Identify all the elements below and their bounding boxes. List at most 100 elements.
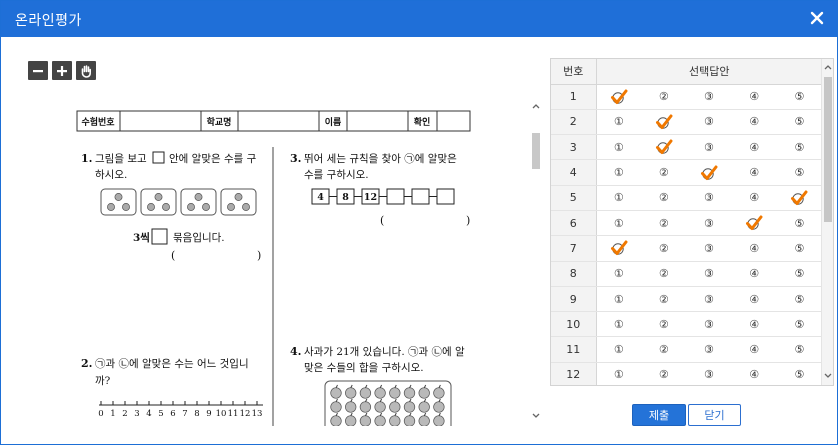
answer-option[interactable]: ① — [596, 362, 642, 385]
exam-document-viewer[interactable]: 수험번호 학교명 이름 확인 1. 그림을 보고 안에 알맞은 수를 구 하시오… — [17, 94, 547, 426]
scroll-up-icon[interactable] — [823, 62, 833, 72]
q3-paren-close: ) — [466, 214, 470, 227]
answer-option[interactable]: ④ — [731, 109, 777, 136]
answer-option[interactable]: ⑤ — [776, 362, 822, 385]
answer-row: 11 ① ② ③ ④ ⑤ — [551, 336, 822, 363]
answer-option[interactable] — [731, 210, 777, 237]
check-icon — [610, 240, 628, 256]
option-label: ③ — [704, 368, 714, 382]
option-label: ④ — [749, 292, 760, 306]
answer-option[interactable]: ⑤ — [776, 286, 822, 313]
question-number: 11 — [551, 336, 597, 363]
apple-icon — [403, 387, 416, 399]
answer-option[interactable]: ② — [641, 286, 687, 313]
scroll-down-icon[interactable] — [531, 411, 541, 421]
answer-option[interactable]: ② — [641, 210, 687, 237]
answer-option[interactable]: ① — [596, 336, 642, 363]
answer-option[interactable]: ② — [641, 311, 687, 338]
answer-option[interactable]: ⑤ — [776, 261, 822, 287]
answer-option[interactable]: ① — [596, 286, 642, 313]
answer-option[interactable]: ⑤ — [776, 134, 822, 161]
answer-option[interactable]: ③ — [686, 134, 732, 161]
answer-option[interactable]: ② — [641, 362, 687, 385]
answer-option[interactable]: ③ — [686, 261, 732, 287]
sequence-box — [436, 188, 455, 205]
answer-option[interactable]: ② — [641, 336, 687, 363]
zoom-out-button[interactable] — [28, 61, 48, 80]
answer-scrollbar[interactable] — [821, 59, 833, 385]
school-label: 학교명 — [207, 116, 232, 128]
answer-option[interactable]: ④ — [731, 185, 777, 211]
answer-option[interactable] — [686, 159, 732, 186]
answer-option[interactable]: ⑤ — [776, 311, 822, 338]
answer-option[interactable]: ④ — [731, 286, 777, 313]
answer-option[interactable]: ② — [641, 261, 687, 287]
zoom-in-button[interactable] — [52, 61, 72, 80]
answer-option[interactable]: ① — [596, 210, 642, 237]
question-number: 1 — [551, 84, 597, 110]
answer-option[interactable]: ② — [641, 235, 687, 262]
option-label: ① — [613, 140, 624, 154]
answer-row: 2 ① ③ ④ ⑤ — [551, 109, 822, 136]
answer-option[interactable]: ② — [641, 159, 687, 186]
answer-scroll-thumb[interactable] — [824, 77, 832, 222]
answer-option[interactable] — [596, 84, 642, 110]
q1-paren-open: ( — [171, 249, 175, 262]
answer-option[interactable]: ④ — [731, 362, 777, 385]
answer-option[interactable]: ③ — [686, 235, 732, 262]
question-number: 9 — [551, 286, 597, 313]
apple-icon — [359, 387, 372, 399]
answer-option[interactable]: ① — [596, 109, 642, 136]
viewer-scroll-thumb[interactable] — [532, 133, 540, 169]
answer-option[interactable]: ③ — [686, 311, 732, 338]
answer-option[interactable]: ④ — [731, 261, 777, 287]
answer-option[interactable]: ① — [596, 134, 642, 161]
answer-option[interactable]: ③ — [686, 286, 732, 313]
answer-option[interactable]: ① — [596, 311, 642, 338]
answer-option[interactable]: ② — [641, 84, 687, 110]
pan-button[interactable] — [76, 61, 96, 80]
scroll-up-icon[interactable] — [531, 101, 541, 111]
q4-text-line1: 사과가 21개 있습니다. ㉠과 ㉡에 알 — [304, 346, 465, 358]
answer-option[interactable]: ③ — [686, 336, 732, 363]
answer-option[interactable]: ⑤ — [776, 235, 822, 262]
answer-option[interactable]: ③ — [686, 109, 732, 136]
answer-option[interactable]: ④ — [731, 235, 777, 262]
submit-button[interactable]: 제출 — [632, 404, 686, 426]
answer-option[interactable] — [596, 235, 642, 262]
answer-option[interactable]: ⑤ — [776, 84, 822, 110]
scroll-down-icon[interactable] — [823, 371, 833, 381]
answer-option[interactable]: ④ — [731, 159, 777, 186]
apple-icon — [330, 387, 342, 399]
answer-option[interactable]: ⑤ — [776, 109, 822, 136]
question-number: 2 — [551, 109, 597, 136]
answer-option[interactable] — [641, 109, 687, 136]
answer-option[interactable]: ① — [596, 159, 642, 186]
answer-option[interactable]: ④ — [731, 134, 777, 161]
q1-answer-b: 묶음입니다. — [173, 231, 225, 244]
answer-option[interactable]: ③ — [686, 210, 732, 237]
viewer-scrollbar[interactable] — [531, 101, 541, 421]
answer-row: 10 ① ② ③ ④ ⑤ — [551, 311, 822, 338]
option-label: ① — [613, 216, 624, 230]
close-button[interactable]: 닫기 — [688, 404, 741, 426]
answer-option[interactable]: ④ — [731, 336, 777, 363]
answer-option[interactable]: ① — [596, 261, 642, 287]
answer-option[interactable]: ① — [596, 185, 642, 211]
apple-icon — [359, 415, 372, 426]
apple-icon — [330, 401, 342, 413]
close-icon[interactable] — [807, 8, 827, 28]
answer-option[interactable]: ⑤ — [776, 159, 822, 186]
answer-option[interactable]: ④ — [731, 311, 777, 338]
answer-option[interactable]: ⑤ — [776, 210, 822, 237]
answer-option[interactable]: ④ — [731, 84, 777, 110]
option-label: ② — [658, 241, 669, 255]
answer-option[interactable] — [776, 185, 822, 211]
answer-option[interactable] — [641, 134, 687, 161]
answer-option[interactable]: ③ — [686, 84, 732, 110]
answer-row: 4 ① ② ④ ⑤ — [551, 159, 822, 186]
answer-option[interactable]: ③ — [686, 362, 732, 385]
answer-option[interactable]: ② — [641, 185, 687, 211]
answer-option[interactable]: ⑤ — [776, 336, 822, 363]
answer-option[interactable]: ③ — [686, 185, 732, 211]
